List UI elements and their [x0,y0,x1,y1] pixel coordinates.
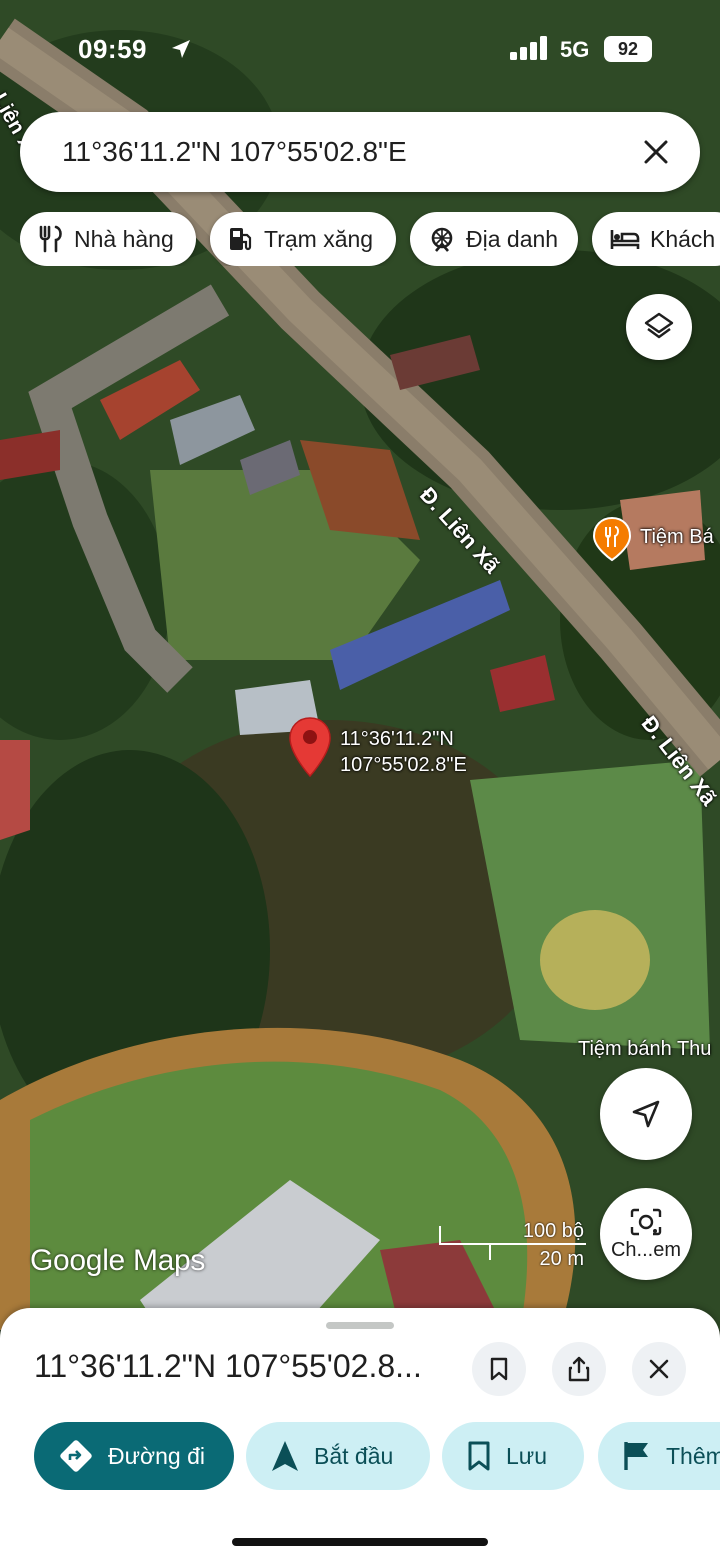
directions-icon [60,1440,92,1472]
save-button[interactable]: Lưu [442,1422,584,1490]
save-label: Lưu [506,1442,547,1469]
share-button[interactable] [552,1342,606,1396]
bookmark-icon [468,1441,490,1471]
restaurant-marker-icon [592,516,632,562]
place-title: 11°36'11.2"N 107°55'02.8... [34,1348,422,1384]
dropped-pin[interactable] [288,716,332,783]
location-services-icon [172,40,190,58]
scale-label-metric: 20 m [539,1248,584,1270]
status-bar: 09:59 5G 92 [0,22,720,78]
location-pin-icon [289,717,331,778]
navigation-arrow-icon [272,1441,298,1471]
cellular-signal-icon [510,36,547,60]
drag-handle[interactable] [326,1322,394,1329]
chip-restaurants[interactable]: Nhà hàng [20,212,196,266]
layers-icon [644,312,674,339]
bookmark-icon [490,1357,508,1381]
place-sheet: 11°36'11.2"N 107°55'02.8... Đường đi Bắt… [0,1308,720,1560]
place-label-restaurant[interactable]: Tiệm Bá [640,526,714,549]
search-input[interactable]: 11°36'11.2"N 107°55'02.8"E [62,136,407,168]
restaurant-icon [39,225,62,253]
chip-label: Nhà hàng [74,225,174,252]
start-label: Bắt đầu [314,1442,394,1469]
map-scale: 100 bộ 20 m [438,1218,588,1270]
restaurant-marker[interactable] [592,516,632,567]
chip-label: Trạm xăng [264,225,374,252]
pin-coordinates-label: 11°36'11.2"N 107°55'02.8"E [340,726,467,778]
search-bar[interactable]: 11°36'11.2"N 107°55'02.8"E [20,112,700,192]
pin-label-lng: 107°55'02.8"E [340,754,467,776]
camera-lens-icon [630,1208,662,1235]
chip-label: Địa danh [466,225,559,252]
google-maps-logo: Google Maps [30,1244,206,1277]
save-place-button[interactable] [472,1342,526,1396]
category-chips: Nhà hàng Trạm xăng Địa danh Khách [20,212,720,266]
chip-gas-stations[interactable]: Trạm xăng [210,212,396,266]
map-view[interactable]: Đ. Liên Xã Đ. Liên Xã Đ. Liên Xã Tiệm Bá… [0,0,720,1330]
layers-button[interactable] [626,294,692,360]
chip-hotels[interactable]: Khách [592,212,720,266]
pin-label-lat: 11°36'11.2"N [340,728,454,750]
network-type: 5G [560,37,590,62]
scale-label-imperial: 100 bộ [522,1220,584,1242]
place-label-bakery[interactable]: Tiệm bánh Thu [578,1038,711,1061]
add-label-label: Thêm [666,1442,720,1469]
flag-icon [624,1442,648,1470]
chip-label: Khách [650,225,716,252]
close-icon [649,1359,669,1379]
lens-label: Ch...em [610,1238,682,1261]
share-icon [568,1356,590,1382]
gas-station-icon [230,228,252,251]
battery-indicator: 92 [604,36,652,62]
home-indicator[interactable] [232,1538,488,1546]
lens-button[interactable]: Ch...em [600,1188,692,1280]
action-buttons: Đường đi Bắt đầu Lưu Thêm [34,1422,720,1490]
hotel-icon [610,230,640,249]
status-time: 09:59 [78,34,147,64]
my-location-button[interactable] [600,1068,692,1160]
clear-search-icon[interactable] [638,134,674,170]
directions-label: Đường đi [108,1442,205,1469]
landmark-icon [431,227,453,252]
add-label-button[interactable]: Thêm [598,1422,720,1490]
directions-button[interactable]: Đường đi [34,1422,234,1490]
close-sheet-button[interactable] [632,1342,686,1396]
navigation-arrow-icon [632,1100,660,1128]
start-navigation-button[interactable]: Bắt đầu [246,1422,430,1490]
chip-landmarks[interactable]: Địa danh [410,212,578,266]
